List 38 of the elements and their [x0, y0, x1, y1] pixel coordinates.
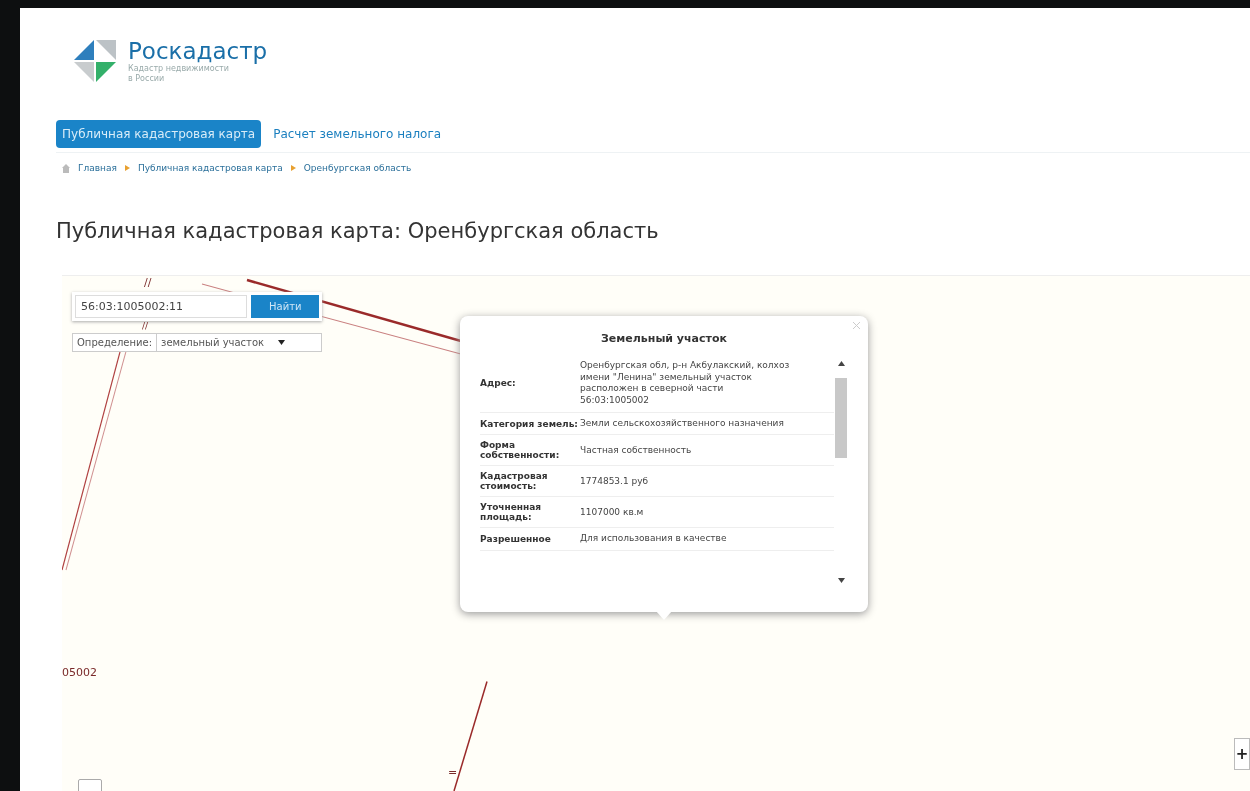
close-icon[interactable] [853, 322, 860, 329]
field-label: Кадастровая стоимость: [480, 471, 549, 492]
field-value: Оренбургская обл, р-н Акбулакский, колхоз имени "Ленина" земельный участок расположен в северной части 56:03:1005002 [580, 360, 791, 407]
breadcrumb-link[interactable]: Публичная кадастровая карта [137, 163, 283, 173]
nav-tab[interactable]: Расчет земельного налога [267, 120, 448, 148]
breadcrumb-link[interactable]: Оренбургская область [303, 163, 412, 173]
scroll-up-icon[interactable] [837, 361, 845, 366]
logo-title: Роскадастр [128, 38, 268, 65]
breadcrumb-separator-icon [290, 165, 296, 171]
scroll-down-icon[interactable] [837, 578, 845, 583]
logo-icon [72, 38, 118, 84]
home-icon [62, 163, 70, 173]
scrollbar-thumb[interactable] [835, 378, 847, 458]
field-value: 1774853.1 руб [580, 475, 650, 488]
field-label: Адрес: [480, 378, 517, 389]
search-field[interactable]: 56:03:1005002:11 [75, 295, 247, 318]
map-label: // [142, 321, 149, 331]
caret-icon [278, 340, 286, 345]
map-label: = [448, 766, 458, 779]
nav-tab[interactable]: Публичная кадастровая карта [56, 120, 262, 148]
field-label: Разрешенное [480, 534, 552, 545]
zoom-in-button[interactable]: + [1234, 738, 1250, 770]
popup-title: Земельный участок [600, 332, 728, 345]
field-value: 1107000 кв.м [580, 506, 645, 519]
field-label: Категория земель: [480, 418, 579, 429]
field-label: Уточненная площадь: [480, 502, 543, 523]
field-value: Частная собственность [580, 444, 693, 457]
map-label: 05002 [62, 666, 97, 679]
breadcrumb-link[interactable]: Главная [78, 163, 117, 173]
field-value: Земли сельскохозяйственного назначения [580, 417, 785, 430]
logo-subtitle: в России [128, 73, 166, 84]
breadcrumb-separator-icon [124, 165, 130, 171]
logo-subtitle: Кадастр недвижимости [128, 64, 229, 74]
field-label: Форма собственности: [480, 440, 561, 461]
map-label: // [144, 276, 152, 289]
search-button[interactable]: Найти [251, 295, 320, 318]
field-value: Для использования в качестве [580, 533, 728, 546]
page-heading: Публичная кадастровая карта: Оренбургская область [56, 219, 660, 243]
